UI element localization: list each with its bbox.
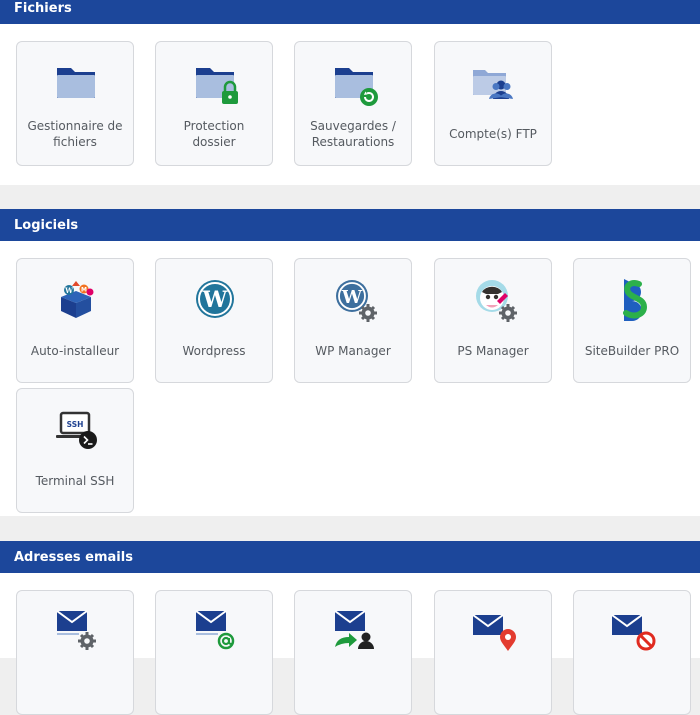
tile-sitebuilder-pro[interactable]: SiteBuilder PRO	[573, 258, 691, 383]
mail-location-icon	[469, 607, 519, 657]
svg-text:W: W	[202, 287, 228, 313]
tile-label: Compte(s) FTP	[449, 127, 537, 141]
tile-label: WP Manager	[315, 344, 391, 358]
tile-email-block[interactable]	[573, 590, 691, 715]
wordpress-icon: W	[190, 275, 240, 325]
folder-icon	[51, 58, 101, 108]
folder-users-icon	[469, 58, 519, 108]
tile-gestionnaire-de-fichiers[interactable]: Gestionnaire de fichiers	[16, 41, 134, 166]
tile-comptes-ftp[interactable]: Compte(s) FTP	[434, 41, 552, 166]
tile-email-forward[interactable]	[294, 590, 412, 715]
tile-label: Gestionnaire de fichiers	[27, 119, 123, 149]
section-header-fichiers: Fichiers	[0, 0, 700, 24]
tile-label: Sauvegardes / Restaurations	[310, 119, 396, 149]
tile-label: Protection dossier	[183, 119, 245, 149]
tile-email-location[interactable]	[434, 590, 552, 715]
tile-label	[441, 661, 545, 705]
sitebuilder-icon	[608, 275, 658, 325]
svg-text:M: M	[81, 287, 87, 294]
tile-label: Terminal SSH	[35, 474, 115, 488]
tile-terminal-ssh[interactable]: SSH Terminal SSH	[16, 388, 134, 513]
section-title: Fichiers	[14, 0, 72, 16]
svg-text:W: W	[64, 286, 73, 295]
section-header-logiciels: Logiciels	[0, 209, 700, 241]
tile-label	[301, 661, 405, 705]
tile-sauvegardes-restaurations[interactable]: Sauvegardes / Restaurations	[294, 41, 412, 166]
mail-gear-icon	[51, 607, 101, 657]
folder-restore-icon	[329, 58, 379, 108]
tile-label: SiteBuilder PRO	[584, 344, 680, 358]
tile-email-settings[interactable]	[16, 590, 134, 715]
svg-text:SSH: SSH	[67, 420, 84, 429]
wordpress-gear-icon: W	[329, 275, 379, 325]
ssh-terminal-icon: SSH	[51, 405, 101, 455]
tile-label: PS Manager	[457, 344, 529, 358]
mail-at-icon	[190, 607, 240, 657]
folder-lock-icon	[190, 58, 240, 108]
cms-logos-icon: W M	[51, 275, 101, 325]
tile-label	[23, 661, 127, 705]
tile-label: Wordpress	[182, 344, 246, 358]
tile-label	[162, 661, 266, 705]
prestashop-gear-icon	[469, 275, 519, 325]
svg-text:W: W	[341, 287, 363, 308]
tile-email-addresses[interactable]	[155, 590, 273, 715]
tile-label	[580, 661, 684, 705]
tile-label: Auto-installeur	[30, 344, 120, 358]
tile-wp-manager[interactable]: W WP Manager	[294, 258, 412, 383]
section-header-adresses-emails: Adresses emails	[0, 541, 700, 573]
section-title: Adresses emails	[14, 549, 133, 565]
tile-protection-dossier[interactable]: Protection dossier	[155, 41, 273, 166]
tile-auto-installeur[interactable]: W M Auto-installeur	[16, 258, 134, 383]
mail-forward-icon	[329, 607, 379, 657]
tile-ps-manager[interactable]: PS Manager	[434, 258, 552, 383]
section-title: Logiciels	[14, 217, 79, 233]
tile-wordpress[interactable]: W Wordpress	[155, 258, 273, 383]
mail-block-icon	[608, 607, 658, 657]
